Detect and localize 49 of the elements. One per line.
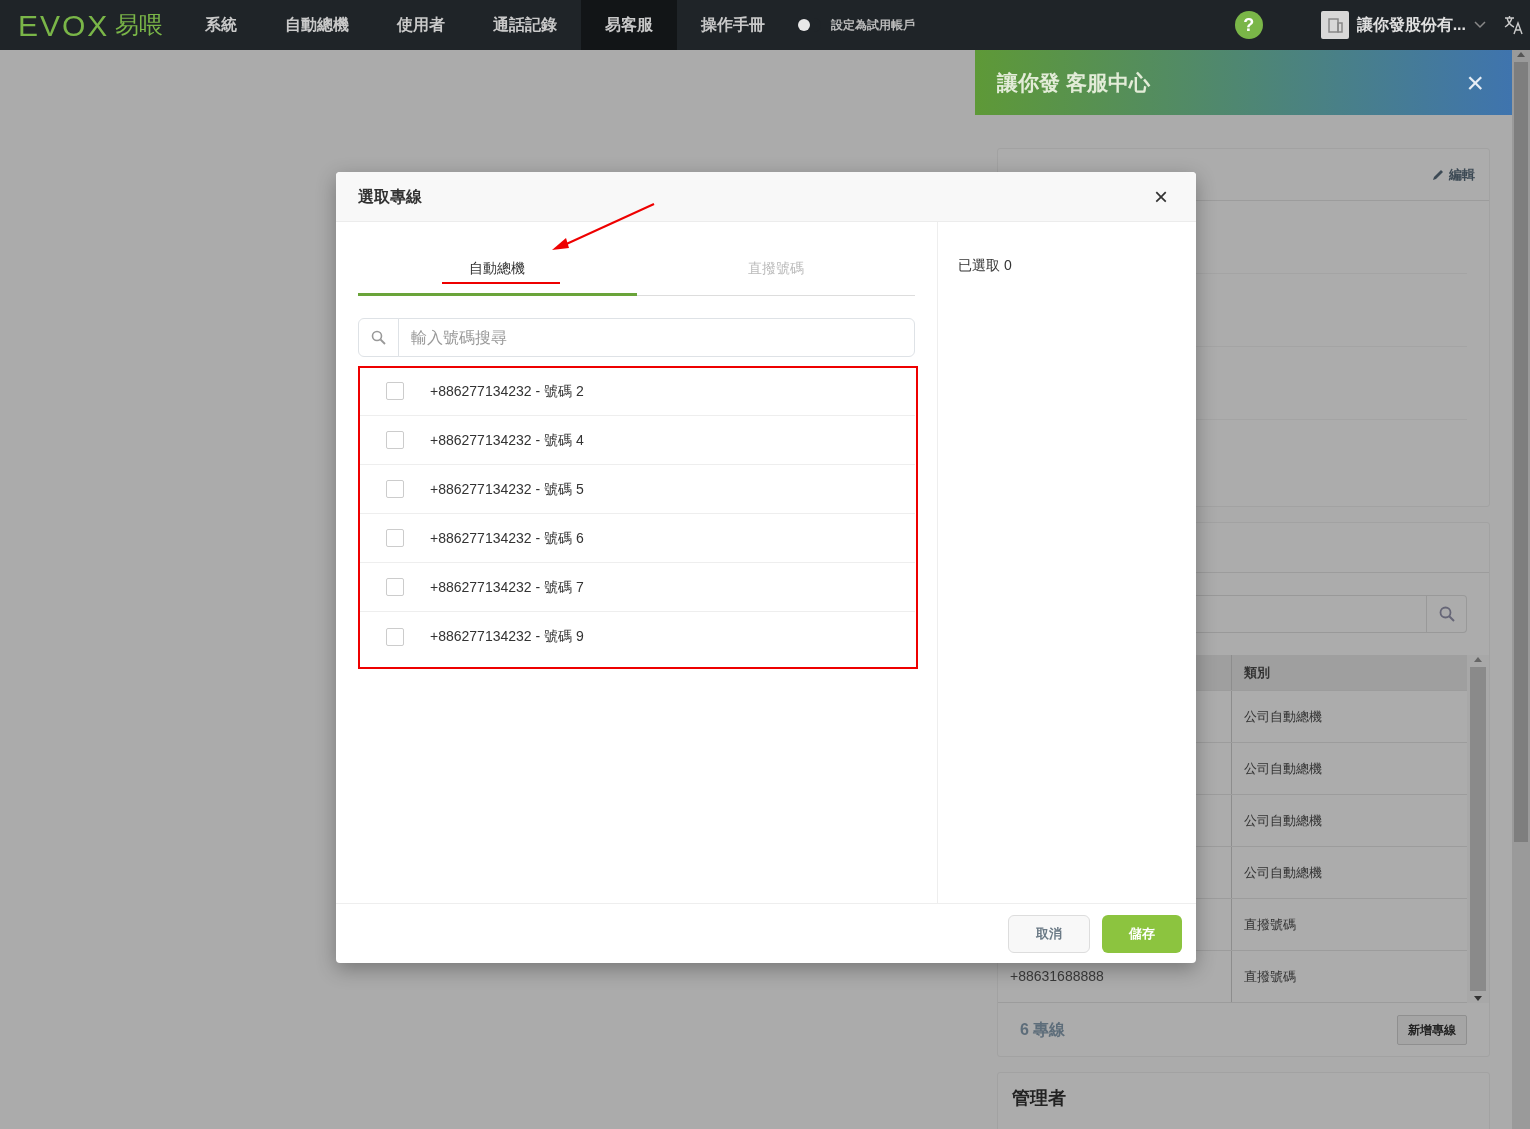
building-icon	[1320, 11, 1349, 39]
account-name[interactable]: 讓你發股份有...	[1356, 13, 1466, 37]
toggle-label: 設定為試用帳戶	[831, 17, 916, 34]
scrollbar[interactable]	[1467, 655, 1489, 1003]
column-header: 類別	[1243, 663, 1271, 682]
table-cell-text: 直撥號碼	[1244, 967, 1296, 986]
close-button[interactable]: ×	[1148, 183, 1174, 210]
table-cell-text: 公司自動總機	[1244, 811, 1322, 830]
cancel-button[interactable]: 取消	[1008, 914, 1090, 953]
dialog-title: 選取專線	[358, 186, 422, 207]
pencil-icon	[1431, 167, 1445, 182]
chevron-down-icon[interactable]	[1474, 21, 1486, 29]
search-icon[interactable]	[1438, 606, 1455, 622]
table-cell-text: 公司自動總機	[1244, 707, 1322, 726]
translate-icon[interactable]	[1504, 15, 1524, 35]
nav-item[interactable]: 使用者	[373, 0, 470, 50]
nav-item[interactable]: 自動總機	[261, 0, 374, 50]
line-label: +886277134232 - 號碼 2	[430, 381, 584, 401]
line-count: 6 專線	[1020, 1019, 1066, 1040]
scroll-up-icon[interactable]	[1473, 655, 1483, 663]
line-label: +886277134232 - 號碼 5	[430, 479, 584, 499]
close-button[interactable]: ×	[1460, 66, 1490, 99]
card-title: 管理者	[1011, 1087, 1067, 1110]
scrollbar[interactable]	[1512, 50, 1530, 1129]
nav-item[interactable]: 系統	[181, 0, 262, 50]
nav-item[interactable]: 易客服	[581, 0, 678, 50]
checkbox[interactable]	[386, 431, 404, 449]
search-icon	[371, 330, 386, 345]
line-label: +886277134232 - 號碼 9	[430, 627, 584, 646]
nav-item[interactable]: 通話記錄	[469, 0, 582, 50]
checkbox[interactable]	[386, 382, 404, 400]
table-cell-text: 公司自動總機	[1244, 759, 1322, 778]
panel-title: 讓你發 客服中心	[997, 69, 1150, 96]
edit-link[interactable]: 編輯	[1431, 164, 1475, 185]
nav-item[interactable]: 操作手冊	[677, 0, 790, 50]
line-label: +886277134232 - 號碼 4	[430, 430, 584, 450]
add-line-button[interactable]: 新增專線	[1397, 1014, 1467, 1045]
table-cell-text: +88631688888	[1010, 967, 1104, 986]
logo[interactable]: EVOX 易喂	[0, 0, 182, 50]
checkbox[interactable]	[386, 529, 404, 547]
checkbox[interactable]	[386, 480, 404, 498]
table-cell-text: 公司自動總機	[1244, 863, 1322, 882]
checkbox[interactable]	[386, 578, 404, 596]
checkbox[interactable]	[386, 627, 404, 646]
line-label: +886277134232 - 號碼 7	[430, 577, 584, 597]
selected-count: 已選取 0	[958, 256, 1013, 275]
table-cell-text: 直撥號碼	[1244, 915, 1296, 934]
line-label: +886277134232 - 號碼 6	[430, 528, 584, 548]
scroll-down-icon[interactable]	[1473, 995, 1483, 1003]
